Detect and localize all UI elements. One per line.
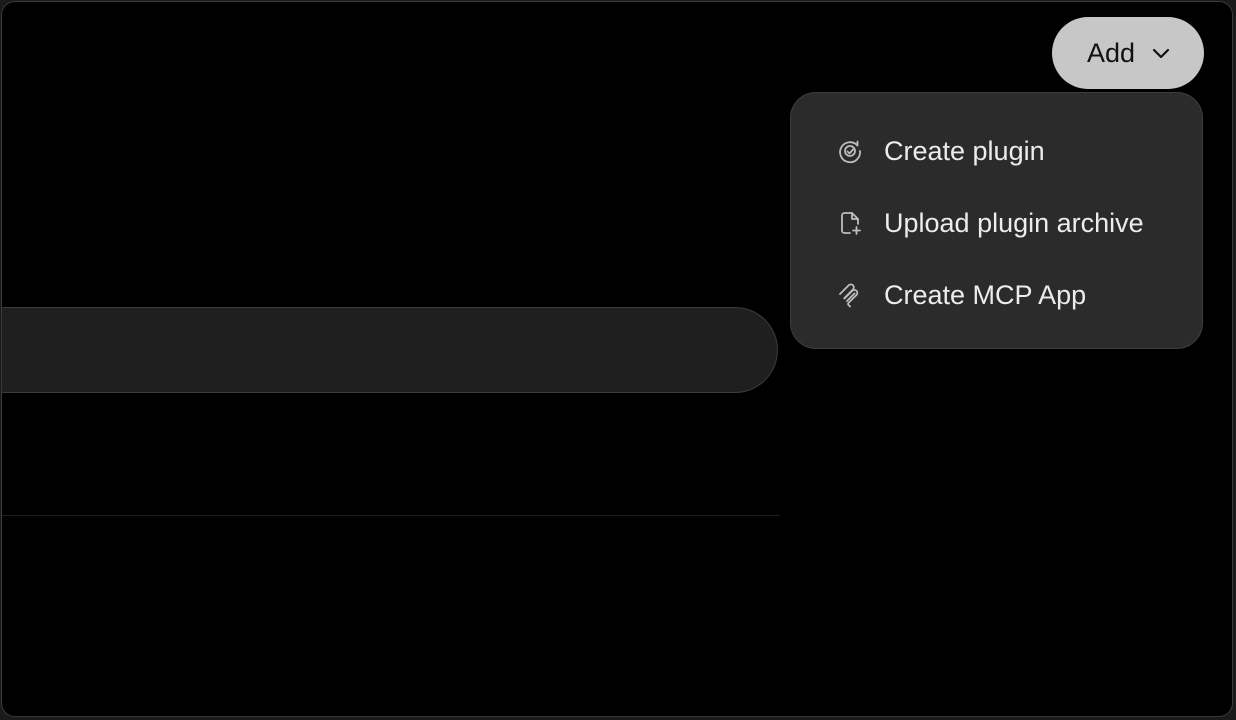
chevron-down-icon bbox=[1149, 41, 1173, 65]
search-input[interactable] bbox=[2, 307, 778, 393]
menu-item-create-plugin[interactable]: Create plugin bbox=[791, 115, 1202, 187]
plugin-icon bbox=[836, 137, 864, 165]
menu-item-upload-plugin-archive[interactable]: Upload plugin archive bbox=[791, 187, 1202, 259]
menu-item-label: Create MCP App bbox=[884, 279, 1087, 310]
app-window: Add Create plugin Upload plugin archive … bbox=[1, 1, 1233, 717]
add-dropdown-menu: Create plugin Upload plugin archive Crea… bbox=[790, 92, 1203, 349]
menu-item-label: Upload plugin archive bbox=[884, 207, 1144, 238]
menu-item-create-mcp-app[interactable]: Create MCP App bbox=[791, 259, 1202, 331]
add-button-label: Add bbox=[1086, 37, 1136, 68]
menu-item-label: Create plugin bbox=[884, 135, 1045, 166]
mcp-icon bbox=[836, 281, 864, 309]
file-upload-icon bbox=[836, 209, 864, 237]
add-button[interactable]: Add bbox=[1052, 17, 1204, 89]
divider bbox=[2, 515, 780, 516]
